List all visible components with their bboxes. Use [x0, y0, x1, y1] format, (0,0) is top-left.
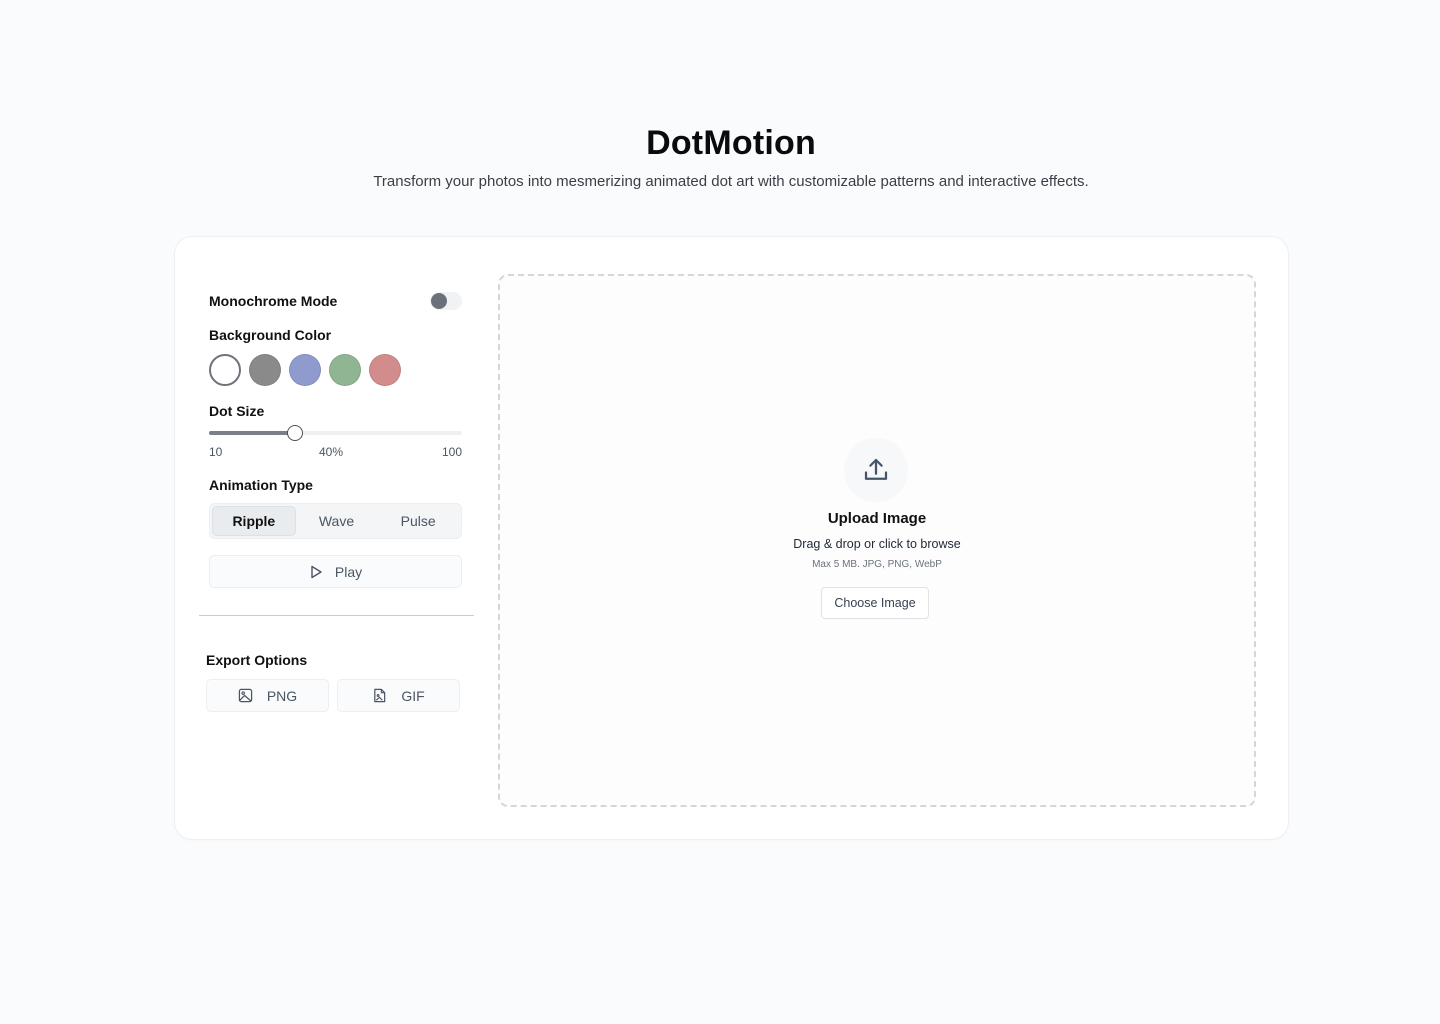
background-swatches — [209, 354, 401, 386]
dot-size-label: Dot Size — [209, 403, 265, 419]
image-icon — [238, 688, 253, 703]
animation-option-pulse[interactable]: Pulse — [377, 506, 459, 536]
export-buttons: PNG GIF — [206, 679, 460, 712]
slider-max-label: 100 — [441, 445, 462, 459]
swatch-white[interactable] — [209, 354, 241, 386]
upload-hint: Drag & drop or click to browse — [793, 537, 961, 551]
page-header: DotMotion Transform your photos into mes… — [0, 124, 1440, 190]
animation-option-ripple[interactable]: Ripple — [212, 506, 296, 536]
upload-icon — [864, 458, 888, 480]
monochrome-toggle[interactable] — [430, 292, 462, 310]
export-png-label: PNG — [266, 687, 298, 704]
controls-panel: Monochrome Mode Background Color Dot Siz… — [175, 237, 485, 839]
upload-dropzone[interactable]: Upload Image Drag & drop or click to bro… — [498, 274, 1256, 807]
animation-type-selector: Ripple Wave Pulse — [209, 503, 462, 539]
upload-title: Upload Image — [827, 510, 927, 527]
background-color-label: Background Color — [209, 327, 332, 343]
swatch-green[interactable] — [329, 354, 361, 386]
app-title: DotMotion — [646, 124, 816, 162]
swatch-gray[interactable] — [249, 354, 281, 386]
monochrome-label: Monochrome Mode — [209, 293, 338, 309]
play-icon — [311, 565, 322, 578]
upload-icon-circle — [844, 438, 908, 502]
file-image-icon — [374, 688, 386, 703]
export-gif-label: GIF — [401, 687, 425, 704]
toggle-knob — [431, 293, 447, 309]
play-label: Play — [334, 563, 363, 580]
animation-option-wave[interactable]: Wave — [296, 506, 378, 536]
swatch-blue[interactable] — [289, 354, 321, 386]
upload-limits: Max 5 MB. JPG, PNG, WebP — [812, 559, 942, 570]
slider-value-label: 40% — [319, 445, 344, 459]
export-png-button[interactable]: PNG — [206, 679, 329, 712]
app-subtitle: Transform your photos into mesmerizing a… — [373, 173, 1089, 190]
slider-min-label: 10 — [209, 445, 223, 459]
slider-fill — [209, 431, 296, 435]
export-gif-button[interactable]: GIF — [337, 679, 460, 712]
slider-thumb[interactable] — [287, 425, 304, 441]
slider-labels: 10 40% 100 — [209, 445, 462, 459]
play-button[interactable]: Play — [209, 555, 462, 588]
swatch-rose[interactable] — [369, 354, 401, 386]
choose-image-button[interactable]: Choose Image — [821, 587, 929, 619]
dot-size-slider[interactable] — [209, 425, 462, 441]
export-options-label: Export Options — [206, 652, 308, 668]
divider — [199, 615, 474, 616]
animation-type-label: Animation Type — [209, 477, 313, 493]
main-card: Monochrome Mode Background Color Dot Siz… — [174, 236, 1289, 840]
monochrome-row: Monochrome Mode — [209, 291, 462, 311]
